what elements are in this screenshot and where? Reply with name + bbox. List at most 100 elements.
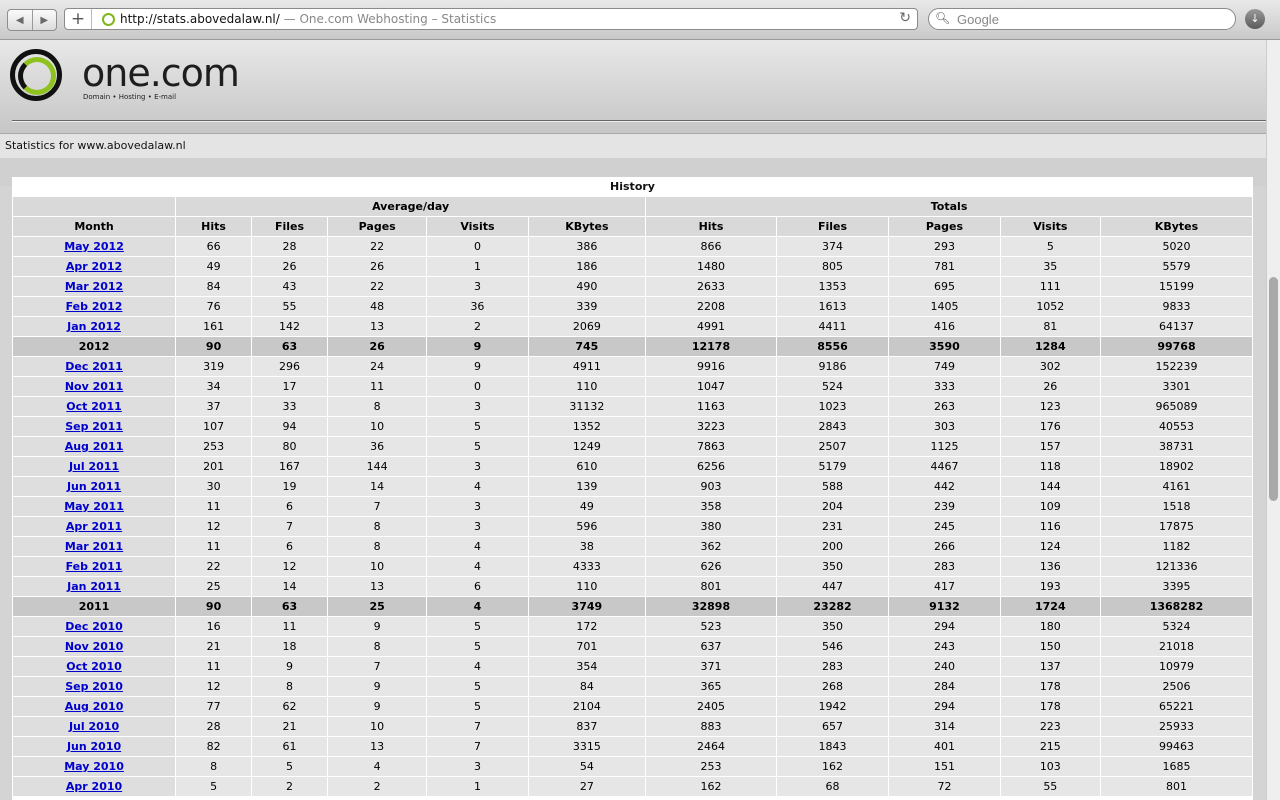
- month-link[interactable]: Jun 2010: [67, 740, 121, 753]
- table-row: Jul 2010 28 21 10 7 837 883 657 314 223 25933: [12, 716, 1253, 737]
- value-cell: 1685: [1099, 756, 1253, 777]
- downloads-icon[interactable]: ↓: [1245, 9, 1265, 29]
- value-cell: 9: [426, 356, 529, 377]
- value-cell: 99463: [1099, 736, 1253, 757]
- search-box[interactable]: 🔍︎: [928, 8, 1236, 30]
- table-row: Aug 2010 77 62 9 5 2104 2405 1942 294 178 65221: [12, 696, 1253, 717]
- month-link[interactable]: Jan 2011: [67, 580, 121, 593]
- month-link[interactable]: Nov 2011: [65, 380, 123, 393]
- value-cell: 22: [327, 236, 428, 257]
- year-label: 2012: [12, 336, 177, 357]
- value-cell: 4: [327, 756, 428, 777]
- month-link[interactable]: May 2012: [64, 240, 124, 253]
- value-cell: 21: [175, 636, 253, 657]
- value-cell: 447: [775, 576, 890, 597]
- add-bookmark-icon[interactable]: +: [65, 9, 92, 29]
- month-link[interactable]: Apr 2011: [66, 520, 122, 533]
- value-cell: 36: [426, 296, 529, 317]
- value-cell: 1353: [775, 276, 890, 297]
- scrollbar-thumb[interactable]: [1269, 277, 1278, 501]
- back-icon[interactable]: ◀: [8, 10, 33, 30]
- year-label: 2011: [12, 596, 177, 617]
- value-cell: 314: [888, 716, 1001, 737]
- logo-tagline: Domain • Hosting • E-mail: [83, 93, 177, 101]
- value-cell: 11: [175, 656, 253, 677]
- forward-icon[interactable]: ▶: [33, 10, 57, 30]
- value-cell: 3315: [527, 736, 647, 757]
- value-cell: 150: [999, 636, 1101, 657]
- value-cell: 2507: [775, 436, 890, 457]
- value-cell: 657: [775, 716, 890, 737]
- month-link[interactable]: Sep 2011: [65, 420, 123, 433]
- month-cell: May 2010: [12, 756, 177, 777]
- avg-day-header: Average/day: [175, 196, 647, 217]
- value-cell: 350: [775, 556, 890, 577]
- url-text[interactable]: http://stats.abovedalaw.nl/ — One.com We…: [120, 12, 496, 26]
- month-link[interactable]: Aug 2011: [65, 440, 124, 453]
- value-cell: 284: [888, 676, 1001, 697]
- month-link[interactable]: Mar 2011: [65, 540, 123, 553]
- value-cell: 294: [888, 696, 1001, 717]
- month-link[interactable]: Sep 2010: [65, 680, 123, 693]
- table-row: May 2012 66 28 22 0 386 866 374 293 5 5020: [12, 236, 1253, 257]
- value-cell: 9186: [775, 356, 890, 377]
- value-cell: 4: [426, 556, 529, 577]
- month-link[interactable]: May 2010: [64, 760, 124, 773]
- favicon-icon: [102, 13, 115, 26]
- month-link[interactable]: Apr 2012: [66, 260, 122, 273]
- month-link[interactable]: Dec 2010: [65, 620, 123, 633]
- month-link[interactable]: Jul 2010: [69, 720, 119, 733]
- month-cell: Aug 2011: [12, 436, 177, 457]
- table-row: Sep 2010 12 8 9 5 84 365 268 284 178 2506: [12, 676, 1253, 697]
- month-link[interactable]: Feb 2012: [66, 300, 123, 313]
- page-scrollbar[interactable]: [1266, 40, 1280, 800]
- month-cell: Aug 2010: [12, 696, 177, 717]
- month-link[interactable]: May 2011: [64, 500, 124, 513]
- month-link[interactable]: Oct 2011: [66, 400, 122, 413]
- value-cell: 749: [888, 356, 1001, 377]
- value-cell: 61: [251, 736, 329, 757]
- value-cell: 5: [426, 676, 529, 697]
- month-cell: May 2012: [12, 236, 177, 257]
- month-link[interactable]: Apr 2010: [66, 780, 122, 793]
- value-cell: 5: [426, 416, 529, 437]
- value-cell: 28: [175, 716, 253, 737]
- month-link[interactable]: Dec 2011: [65, 360, 123, 373]
- search-input[interactable]: [955, 11, 1229, 28]
- month-link[interactable]: Mar 2012: [65, 280, 123, 293]
- value-cell: 26: [251, 256, 329, 277]
- value-cell: 25: [327, 596, 428, 617]
- value-cell: 240: [888, 656, 1001, 677]
- site-header: one.com Domain • Hosting • E-mail: [0, 40, 1270, 133]
- value-cell: 9: [327, 676, 428, 697]
- value-cell: 610: [527, 456, 647, 477]
- month-link[interactable]: Nov 2010: [65, 640, 123, 653]
- value-cell: 745: [527, 336, 647, 357]
- month-link[interactable]: Oct 2010: [66, 660, 122, 673]
- value-cell: 6: [251, 536, 329, 557]
- month-link[interactable]: Jan 2012: [67, 320, 121, 333]
- value-cell: 1284: [999, 336, 1101, 357]
- month-link[interactable]: Aug 2010: [65, 700, 124, 713]
- value-cell: 37: [175, 396, 253, 417]
- reload-icon[interactable]: ↻: [899, 10, 911, 26]
- month-link[interactable]: Jun 2011: [67, 480, 121, 493]
- value-cell: 1125: [888, 436, 1001, 457]
- value-cell: 5324: [1099, 616, 1253, 637]
- value-cell: 266: [888, 536, 1001, 557]
- value-cell: 365: [645, 676, 777, 697]
- month-link[interactable]: Feb 2011: [66, 560, 123, 573]
- address-bar[interactable]: + http://stats.abovedalaw.nl/ — One.com …: [64, 8, 918, 30]
- month-link[interactable]: Jul 2011: [69, 460, 119, 473]
- value-cell: 253: [175, 436, 253, 457]
- value-cell: 417: [888, 576, 1001, 597]
- value-cell: 116: [999, 516, 1101, 537]
- value-cell: 55: [999, 776, 1101, 797]
- value-cell: 416: [888, 316, 1001, 337]
- month-cell: Jun 2011: [12, 476, 177, 497]
- value-cell: 25: [175, 576, 253, 597]
- table-row: Jan 2012 161 142 13 2 2069 4991 4411 416 81 64137: [12, 316, 1253, 337]
- value-cell: 64137: [1099, 316, 1253, 337]
- value-cell: 32898: [645, 596, 777, 617]
- column-header: Files: [775, 216, 890, 237]
